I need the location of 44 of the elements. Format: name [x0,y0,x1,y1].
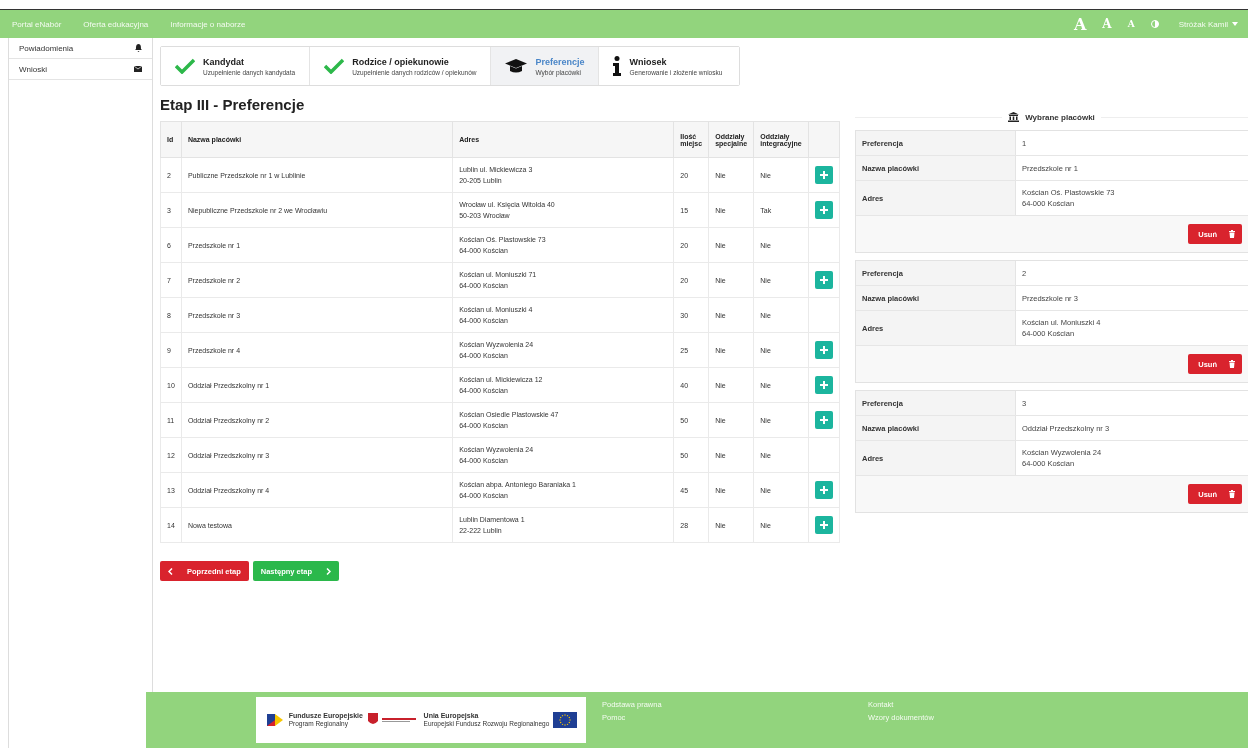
check-icon [324,58,345,74]
envelope-icon [134,66,142,72]
page-heading: Etap III - Preferencje [160,96,306,113]
add-button[interactable] [814,341,833,359]
plus-icon [819,381,828,389]
plus-icon [819,416,828,424]
trash-icon [1229,230,1235,238]
check-icon [175,58,195,74]
plus-icon [819,171,828,179]
add-button[interactable] [814,201,833,219]
plus-icon [819,206,828,214]
chevron-right-icon [326,567,332,575]
nav-link[interactable]: Portal eNabór [8,19,66,29]
trash-icon [1229,360,1235,368]
font-size-button[interactable]: A [1102,17,1112,31]
bell-icon [135,44,142,52]
coat-of-arms-icon [368,713,419,727]
bank-icon [1008,112,1020,122]
user-menu[interactable]: Stróżak Kamil [1178,19,1238,29]
plus-icon [819,521,828,529]
add-button[interactable] [814,166,833,184]
chevron-left-icon [168,567,173,575]
contrast-icon[interactable] [1150,20,1159,28]
trash-icon [1229,490,1235,498]
info-icon [613,56,622,76]
plus-icon [819,486,828,494]
add-button[interactable] [814,376,833,394]
add-button[interactable] [814,271,833,289]
caret-icon [1232,22,1238,26]
flag-logo-icon [264,712,285,728]
eu-flag-icon [553,712,578,728]
sidebar-item[interactable]: Wnioski [9,59,152,80]
panel-title: Wybrane placówki [1025,112,1095,122]
plus-icon [819,276,828,284]
add-button[interactable] [814,481,833,499]
nav-link[interactable]: Oferta edukacyjna [79,19,153,29]
font-size-button[interactable]: A [1073,14,1087,34]
font-size-button[interactable]: A [1127,19,1135,29]
add-button[interactable] [814,516,833,534]
sidebar-item[interactable]: Powiadomienia [9,38,152,59]
add-button[interactable] [814,411,833,429]
graduation-cap-icon [505,59,528,73]
plus-icon [819,346,828,354]
nav-link[interactable]: Informacje o naborze [166,19,250,29]
